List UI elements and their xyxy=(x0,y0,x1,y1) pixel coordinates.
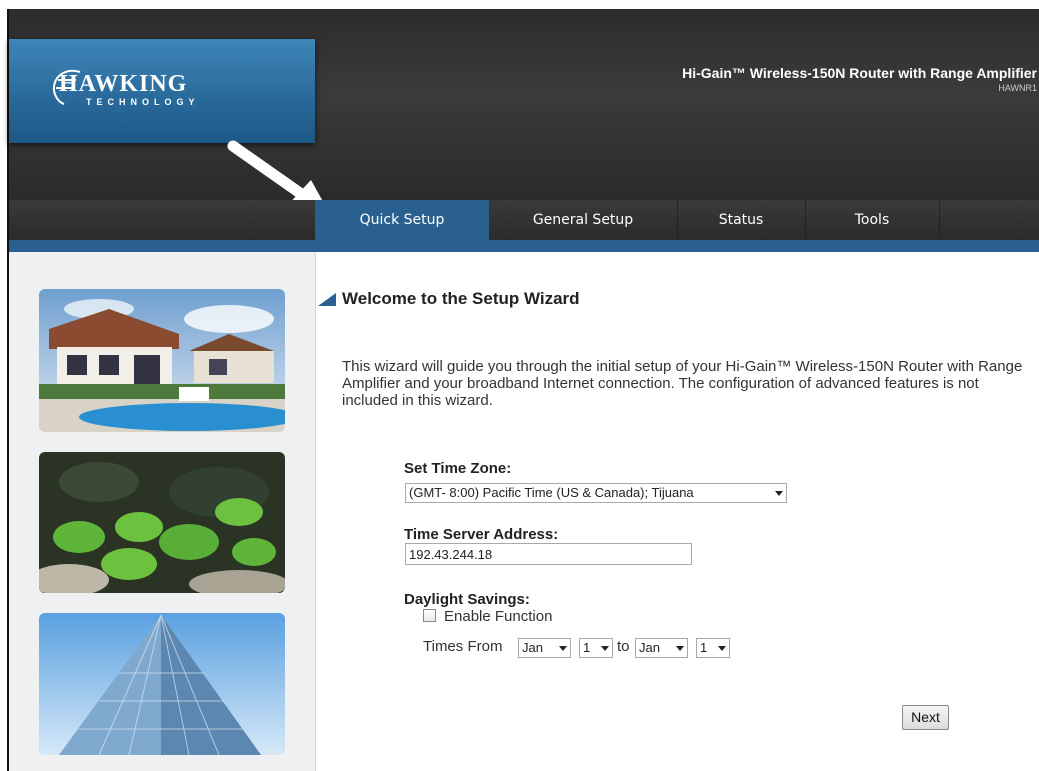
nav-divider xyxy=(805,200,806,240)
wizard-description: This wizard will guide you through the i… xyxy=(342,358,1023,409)
to-label: to xyxy=(617,638,630,655)
timezone-label: Set Time Zone: xyxy=(404,460,512,477)
from-day-select[interactable]: 1 xyxy=(579,638,613,658)
to-day-value: 1 xyxy=(700,640,708,655)
main-content xyxy=(316,252,1039,771)
to-month-select[interactable]: Jan xyxy=(635,638,688,658)
pond-photo xyxy=(39,452,285,593)
timezone-select[interactable]: (GMT- 8:00) Pacific Time (US & Canada); … xyxy=(405,483,787,503)
logo-panel: HAWKING TECHNOLOGY xyxy=(9,39,315,143)
times-from-label: Times From xyxy=(423,638,503,655)
timeserver-input[interactable] xyxy=(405,543,692,565)
from-month-select[interactable]: Jan xyxy=(518,638,571,658)
timeserver-label: Time Server Address: xyxy=(404,526,559,543)
tab-quick-setup[interactable]: Quick Setup xyxy=(315,200,489,240)
from-day-value: 1 xyxy=(583,640,591,655)
chevron-down-icon xyxy=(601,646,609,651)
tab-tools[interactable]: Tools xyxy=(805,200,939,240)
product-title: Hi-Gain™ Wireless-150N Router with Range… xyxy=(682,65,1037,81)
nav-divider xyxy=(677,200,678,240)
nav-underline xyxy=(9,240,1039,252)
page-header: HAWKING TECHNOLOGY Hi-Gain™ Wireless-150… xyxy=(9,9,1039,200)
tab-status[interactable]: Status xyxy=(677,200,805,240)
next-button[interactable]: Next xyxy=(902,705,949,730)
wizard-title: Welcome to the Setup Wizard xyxy=(342,289,580,308)
house-photo xyxy=(39,289,285,432)
chevron-down-icon xyxy=(676,646,684,651)
chevron-down-icon xyxy=(718,646,726,651)
chevron-down-icon xyxy=(775,491,783,496)
chevron-down-icon xyxy=(559,646,567,651)
product-model: HAWNR1 xyxy=(998,83,1037,93)
tab-general-setup[interactable]: General Setup xyxy=(489,200,677,240)
to-day-select[interactable]: 1 xyxy=(696,638,730,658)
enable-function-label: Enable Function xyxy=(444,608,553,625)
logo-subtext: TECHNOLOGY xyxy=(86,97,200,107)
timezone-value: (GMT- 8:00) Pacific Time (US & Canada); … xyxy=(409,485,694,500)
daylight-label: Daylight Savings: xyxy=(404,591,530,608)
to-month-value: Jan xyxy=(639,640,660,655)
building-photo xyxy=(39,613,285,755)
hawking-logo[interactable]: HAWKING TECHNOLOGY xyxy=(52,69,200,107)
hawk-icon xyxy=(52,69,81,105)
enable-function-checkbox[interactable] xyxy=(423,609,436,622)
section-marker-icon xyxy=(318,293,336,306)
nav-divider xyxy=(939,200,940,240)
from-month-value: Jan xyxy=(522,640,543,655)
